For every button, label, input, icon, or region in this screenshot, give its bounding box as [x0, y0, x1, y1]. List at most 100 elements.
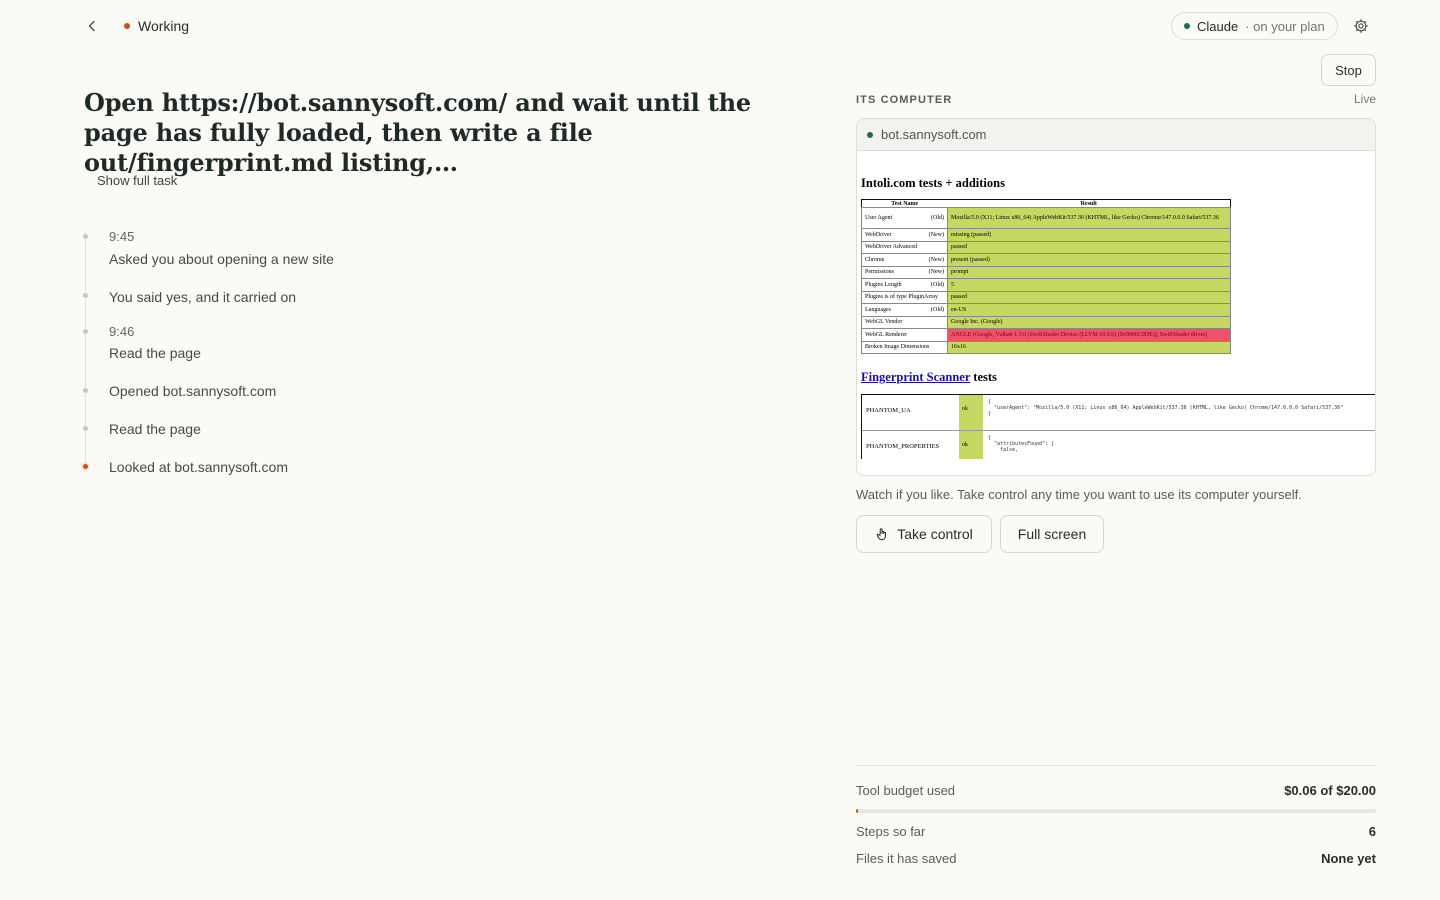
timeline-text: You said yes, and it carried on: [109, 289, 297, 305]
test-result-cell: 5: [947, 278, 1231, 292]
full-screen-button[interactable]: Full screen: [1000, 515, 1104, 553]
budget-value: $0.06 of $20.00: [1284, 783, 1376, 798]
test-tag: (New): [928, 269, 944, 276]
fp-test-detail: { "attributesFound": [ false,: [988, 435, 1055, 453]
test-tag: (New): [928, 256, 944, 263]
test-result-cell: passed: [947, 290, 1231, 304]
take-control-button[interactable]: Take control: [856, 515, 992, 553]
test-result-cell: Mozilla/5.0 (X11; Linux x86_64) AppleWeb…: [947, 207, 1231, 229]
test-tag: (Old): [931, 281, 944, 288]
timeline-dot-icon: [83, 329, 88, 334]
test-result-cell: missing (passed): [947, 228, 1231, 242]
table-row: User Agent (Old) Mozilla/5.0 (X11; Linux x…: [861, 207, 1231, 229]
test-name-cell: Chrome (New): [861, 253, 948, 267]
test-tag: (Old): [931, 306, 944, 313]
timeline-dot-icon: [83, 426, 88, 431]
table-row: PHANTOM_PROPERTIES ok { "attributesFound…: [862, 431, 1375, 459]
intoli-results-table: Test Name Result User Agent (Old) Mozilla/…: [861, 199, 1231, 354]
plan-pill[interactable]: Claude · on your plan: [1171, 12, 1338, 40]
plan-dot-icon: [1184, 23, 1190, 29]
timeline-dot-icon: [83, 293, 88, 298]
test-name: Plugins Length: [865, 281, 902, 288]
test-name-cell: Plugins Length (Old): [861, 278, 948, 292]
plan-suffix: · on your plan: [1245, 18, 1325, 34]
test-name-cell: Plugins is of type PluginArray: [861, 290, 948, 304]
computer-section-label: ITS COMPUTER: [856, 94, 953, 106]
activity-timeline: 9:45 Asked you about opening a new site …: [83, 228, 784, 478]
timeline-text: Read the page: [109, 345, 201, 361]
status-dot-icon: [124, 23, 130, 29]
table-row: WebGL Vendor Google Inc. (Google): [861, 315, 1231, 329]
timeline-active-dot-icon: [83, 464, 88, 469]
test-result-cell: en-US: [947, 303, 1231, 317]
test-result-cell: passed: [947, 240, 1231, 254]
task-title: Open https://bot.sannysoft.com/ and wait…: [84, 88, 751, 177]
fingerprint-heading-suffix: tests: [970, 370, 997, 384]
table-row: WebDriver Advanced passed: [861, 240, 1231, 254]
stats-divider: [856, 765, 1376, 766]
gear-icon: [1354, 19, 1368, 33]
full-screen-label: Full screen: [1017, 526, 1087, 542]
table-row: PHANTOM_UA ok { "userAgent": "Mozilla/5.…: [862, 395, 1375, 431]
browser-viewport[interactable]: Intoli.com tests + additions Test Name R…: [857, 167, 1375, 459]
budget-label: Tool budget used: [856, 783, 956, 798]
test-name-cell: User Agent (Old): [861, 207, 948, 229]
hand-pointer-icon: [876, 528, 887, 541]
table-row: Chrome (New) present (passed): [861, 253, 1231, 267]
take-control-label: Take control: [897, 526, 973, 542]
column-header-result: Result: [1080, 200, 1097, 207]
test-tag: (Old): [931, 215, 944, 221]
test-name-cell: Languages (Old): [861, 303, 948, 317]
fingerprint-scanner-link[interactable]: Fingerprint Scanner: [861, 370, 970, 384]
budget-progress-fill: [856, 809, 858, 813]
test-name-cell: Permissions (New): [861, 265, 948, 279]
status-label: Working: [138, 18, 190, 34]
test-result-cell: 16x16: [947, 340, 1231, 354]
fp-test-status: ok: [959, 431, 983, 459]
fp-test-detail: { "userAgent": "Mozilla/5.0 (X11; Linux …: [988, 399, 1344, 417]
test-name: WebGL Vendor: [865, 319, 903, 326]
test-name: Languages: [865, 306, 891, 313]
test-name-cell: WebDriver Advanced: [861, 240, 948, 254]
timeline-dot-icon: [83, 388, 88, 393]
timeline-text: Read the page: [109, 421, 201, 437]
timeline-text: Opened bot.sannysoft.com: [109, 383, 277, 399]
timeline-time: 9:46: [109, 324, 135, 339]
test-name: Plugins is of type PluginArray: [865, 294, 938, 301]
live-browser-view[interactable]: bot.sannysoft.com Intoli.com tests + add…: [856, 118, 1376, 476]
task-status: Working: [124, 17, 189, 35]
test-name-cell: WebGL Vendor: [861, 315, 948, 329]
files-label: Files it has saved: [856, 851, 957, 866]
test-result-cell: Google Inc. (Google): [947, 315, 1231, 329]
test-name: WebDriver: [865, 231, 892, 238]
table-row: Broken Image Dimensions 16x16: [861, 340, 1231, 354]
watch-hint: Watch if you like. Take control any time…: [856, 487, 1302, 502]
test-name: WebDriver Advanced: [865, 244, 917, 251]
fingerprint-table: PHANTOM_UA ok { "userAgent": "Mozilla/5.…: [861, 394, 1375, 459]
test-name-cell: WebDriver (New): [861, 228, 948, 242]
test-name: Chrome: [865, 256, 885, 263]
settings-button[interactable]: [1350, 15, 1372, 37]
test-result-cell: ANGLE (Google, Vulkan 1.3.0 (SwiftShader…: [947, 328, 1231, 342]
fp-test-name: PHANTOM_PROPERTIES: [866, 443, 940, 450]
fp-test-name: PHANTOM_UA: [866, 407, 911, 414]
budget-progress-bar: [856, 809, 1376, 813]
table-row: Permissions (New) prompt: [861, 265, 1231, 279]
steps-value: 6: [1368, 824, 1376, 839]
test-name-cell: WebGL Renderer: [861, 328, 948, 342]
timeline-text: Asked you about opening a new site: [109, 251, 334, 267]
files-value: None yet: [1321, 851, 1376, 866]
test-name-cell: Broken Image Dimensions: [861, 340, 948, 354]
test-name: Permissions: [865, 269, 895, 276]
back-button[interactable]: [80, 14, 104, 38]
table-row: Languages (Old) en-US: [861, 303, 1231, 317]
table-row: Plugins Length (Old) 5: [861, 278, 1231, 292]
stop-button[interactable]: Stop: [1321, 54, 1376, 86]
fp-test-status: ok: [959, 395, 983, 430]
test-name: WebGL Renderer: [865, 331, 908, 338]
timeline-line: [85, 232, 86, 468]
browser-url: bot.sannysoft.com: [881, 127, 987, 142]
show-full-task-button[interactable]: Show full task: [84, 166, 190, 194]
test-result-cell: present (passed): [947, 253, 1231, 267]
fingerprint-heading: Fingerprint Scanner tests: [861, 370, 997, 385]
